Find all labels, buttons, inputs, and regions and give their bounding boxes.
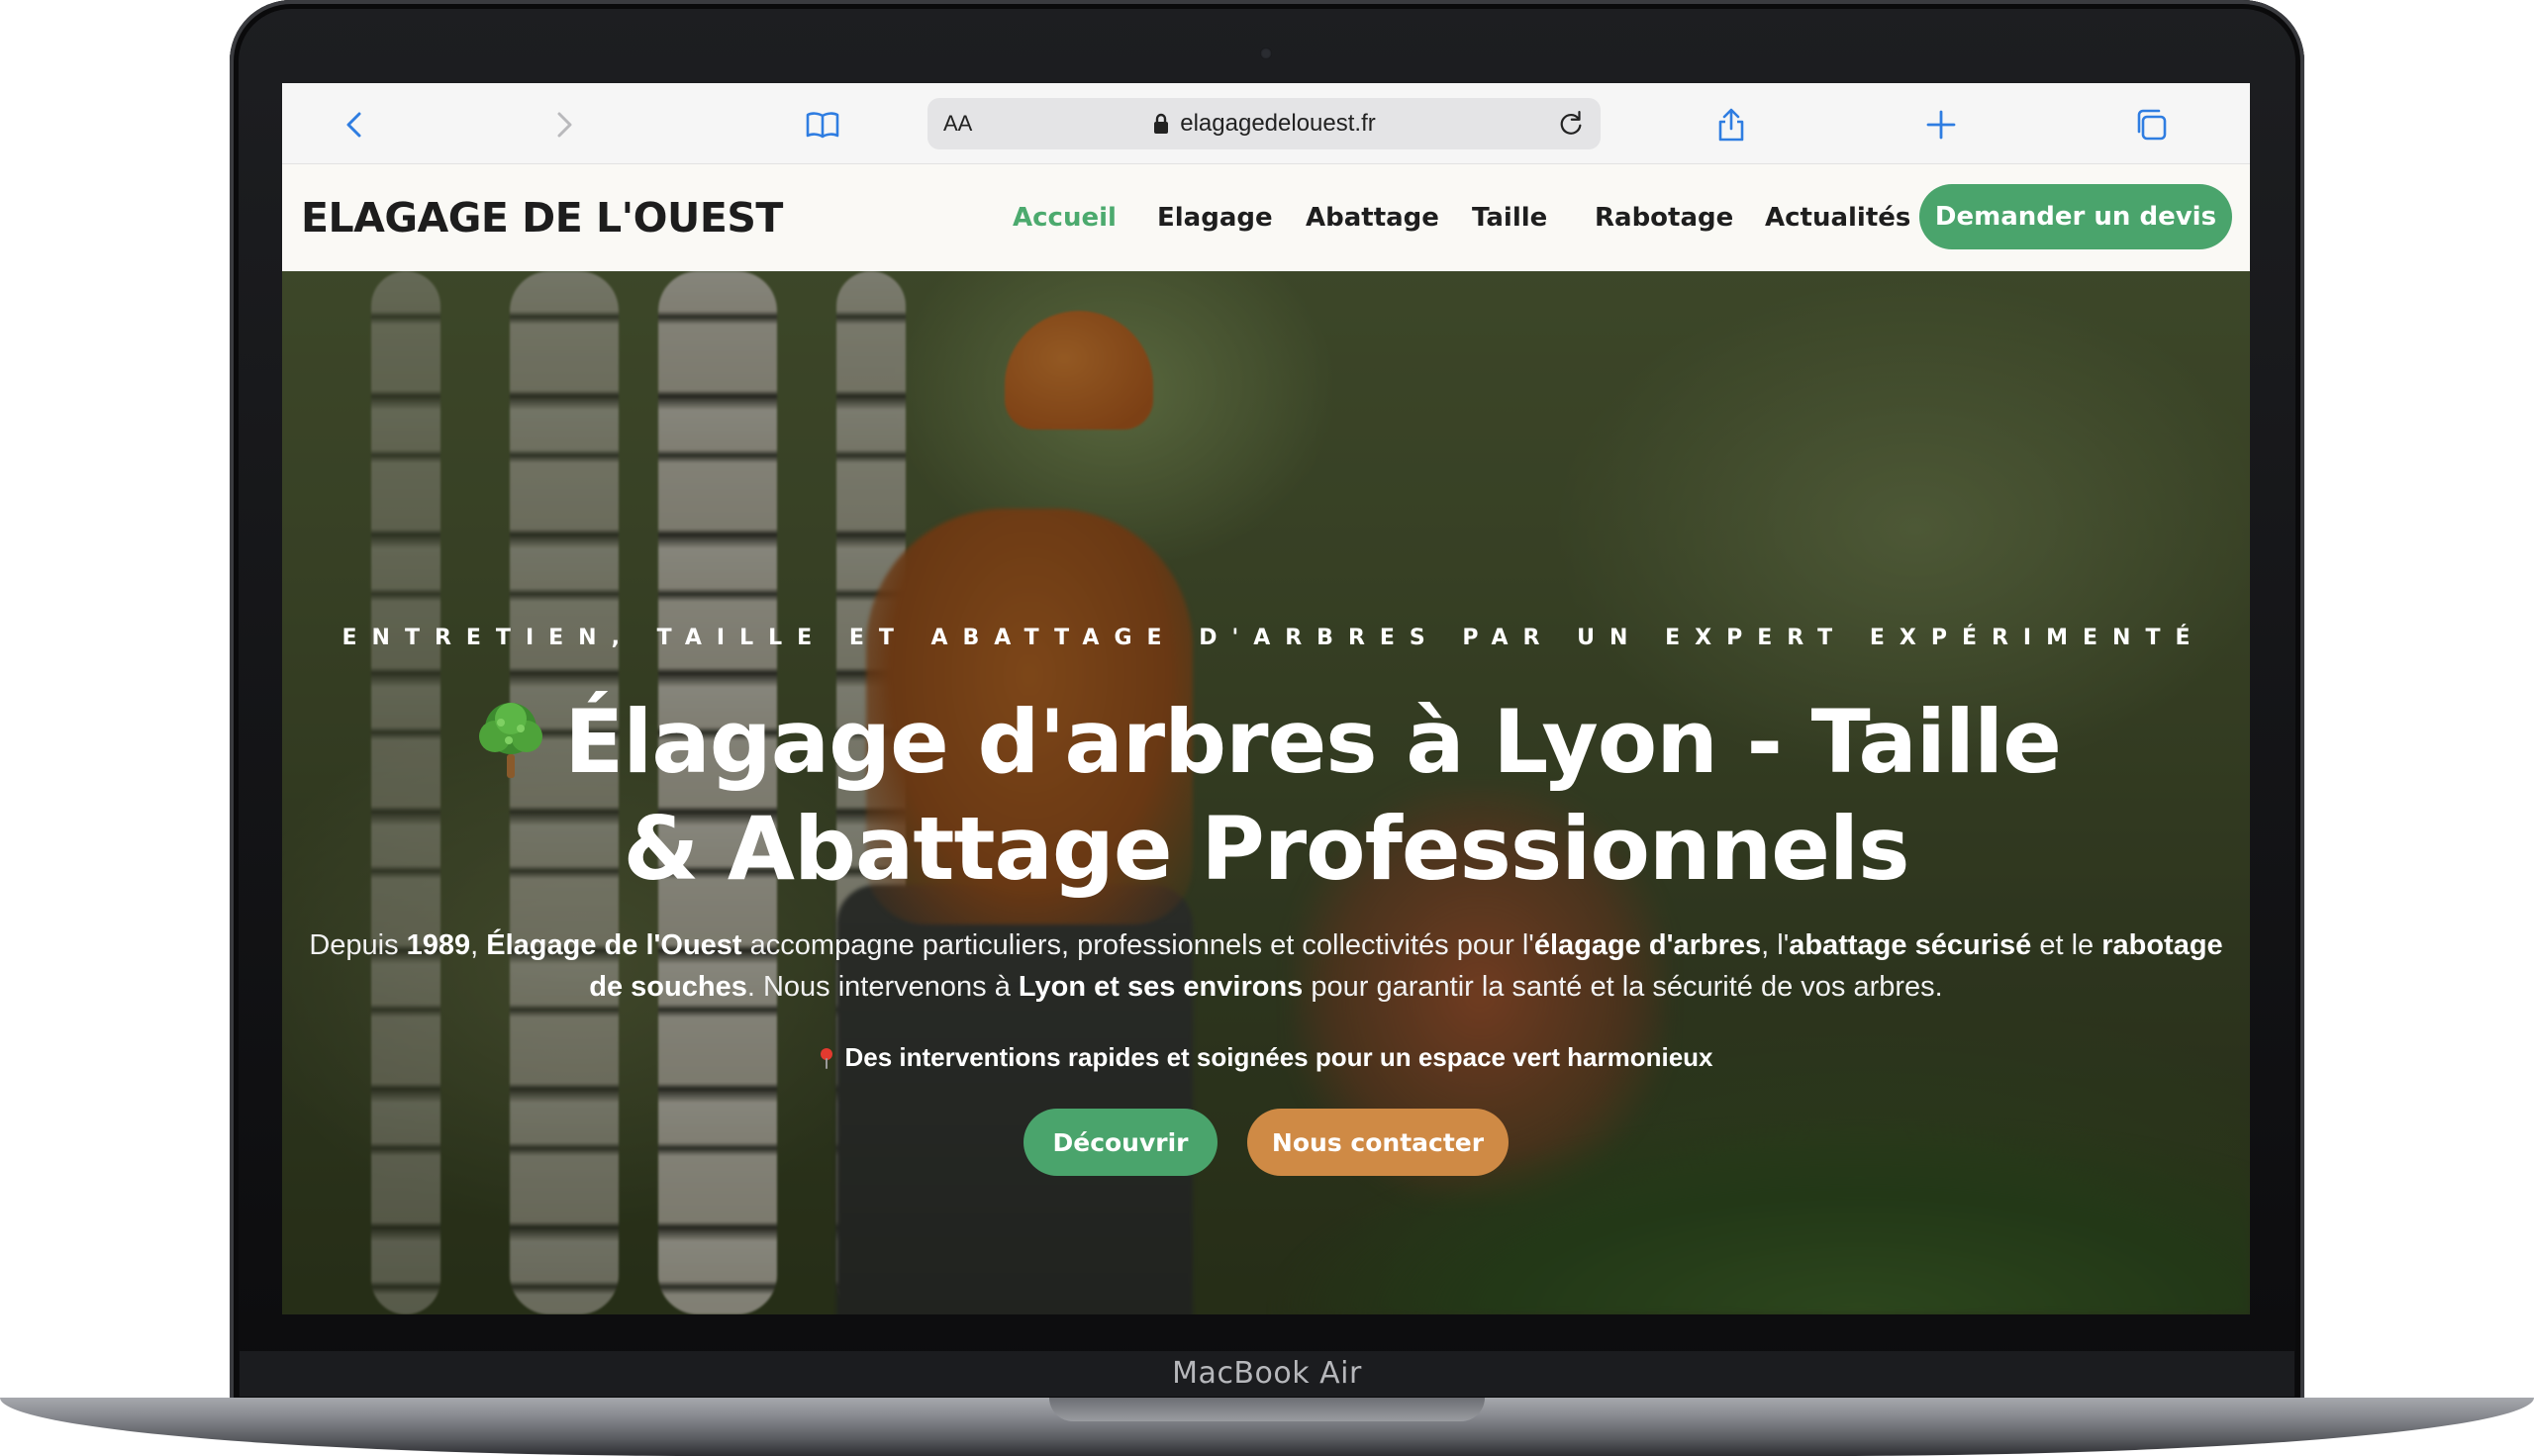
desc-text: et le [2031, 929, 2102, 961]
desc-text: accompagne particuliers, professionnels … [741, 929, 1534, 961]
desc-bold: Lyon et ses environs [1018, 971, 1304, 1003]
nav-elagage[interactable]: Elagage [1157, 164, 1273, 271]
laptop-base-notch [1049, 1398, 1485, 1421]
device-model-label: MacBook Air [1172, 1356, 1362, 1391]
browser-screen: AA elagagedelouest.fr ELAGAGE DE L'OUEST… [282, 83, 2250, 1314]
nav-rabotage[interactable]: Rabotage [1595, 164, 1733, 271]
url-display[interactable]: elagagedelouest.fr [927, 98, 1601, 149]
plus-icon[interactable] [1919, 103, 1963, 146]
camera-icon [1260, 48, 1272, 59]
nav-abattage[interactable]: Abattage [1306, 164, 1439, 271]
hero-section: ENTRETIEN, TAILLE ET ABATTAGE D'ARBRES P… [282, 271, 2250, 1314]
hero-description: Depuis 1989, Élagage de l'Ouest accompag… [302, 924, 2230, 1008]
desc-text: pour garantir la santé et la sécurité de… [1303, 971, 1943, 1003]
screenshot-stage: AA elagagedelouest.fr ELAGAGE DE L'OUEST… [0, 0, 2534, 1456]
hero-title-text: Élagage d'arbres à Lyon - Taille & Abatt… [564, 691, 2062, 900]
hero-title: Élagage d'arbres à Lyon - Taille & Abatt… [421, 689, 2111, 903]
nav-taille[interactable]: Taille [1472, 164, 1547, 271]
hero-kicker: ENTRETIEN, TAILLE ET ABATTAGE D'ARBRES P… [341, 626, 2205, 650]
discover-button[interactable]: Découvrir [1023, 1109, 1218, 1176]
address-bar[interactable]: AA elagagedelouest.fr [927, 98, 1601, 149]
desc-bold: abattage sécurisé [1789, 929, 2032, 961]
hero-tagline: Des interventions rapides et soignées po… [282, 1039, 2250, 1075]
share-icon[interactable] [1709, 103, 1753, 146]
desc-text: Depuis [309, 929, 407, 961]
tabs-icon[interactable] [2129, 103, 2173, 146]
desc-bold: élagage d'arbres [1533, 929, 1762, 961]
site-header: ELAGAGE DE L'OUEST Accueil Elagage Abatt… [282, 164, 2250, 271]
request-quote-button[interactable]: Demander un devis [1919, 184, 2232, 249]
chevron-right-icon[interactable] [541, 103, 585, 146]
hero-tagline-text: Des interventions rapides et soignées po… [844, 1042, 1713, 1072]
desc-text: . Nous intervenons à [746, 971, 1019, 1003]
desc-text: , l' [1761, 929, 1790, 961]
contact-button[interactable]: Nous contacter [1247, 1109, 1509, 1176]
desc-bold: 1989 [406, 929, 471, 961]
nav-accueil[interactable]: Accueil [1013, 164, 1117, 271]
tree-icon [479, 703, 543, 778]
url-text: elagagedelouest.fr [1180, 110, 1376, 137]
reload-icon[interactable] [1551, 104, 1591, 144]
lock-icon [1154, 113, 1169, 134]
pin-icon [821, 1048, 833, 1069]
browser-toolbar: AA elagagedelouest.fr [282, 83, 2250, 164]
site-logo[interactable]: ELAGAGE DE L'OUEST [301, 164, 783, 271]
chevron-left-icon[interactable] [334, 103, 377, 146]
book-icon[interactable] [801, 103, 844, 146]
desc-bold: Élagage de l'Ouest [486, 929, 742, 961]
desc-text: , [470, 929, 487, 961]
nav-actualites[interactable]: Actualités [1765, 164, 1910, 271]
